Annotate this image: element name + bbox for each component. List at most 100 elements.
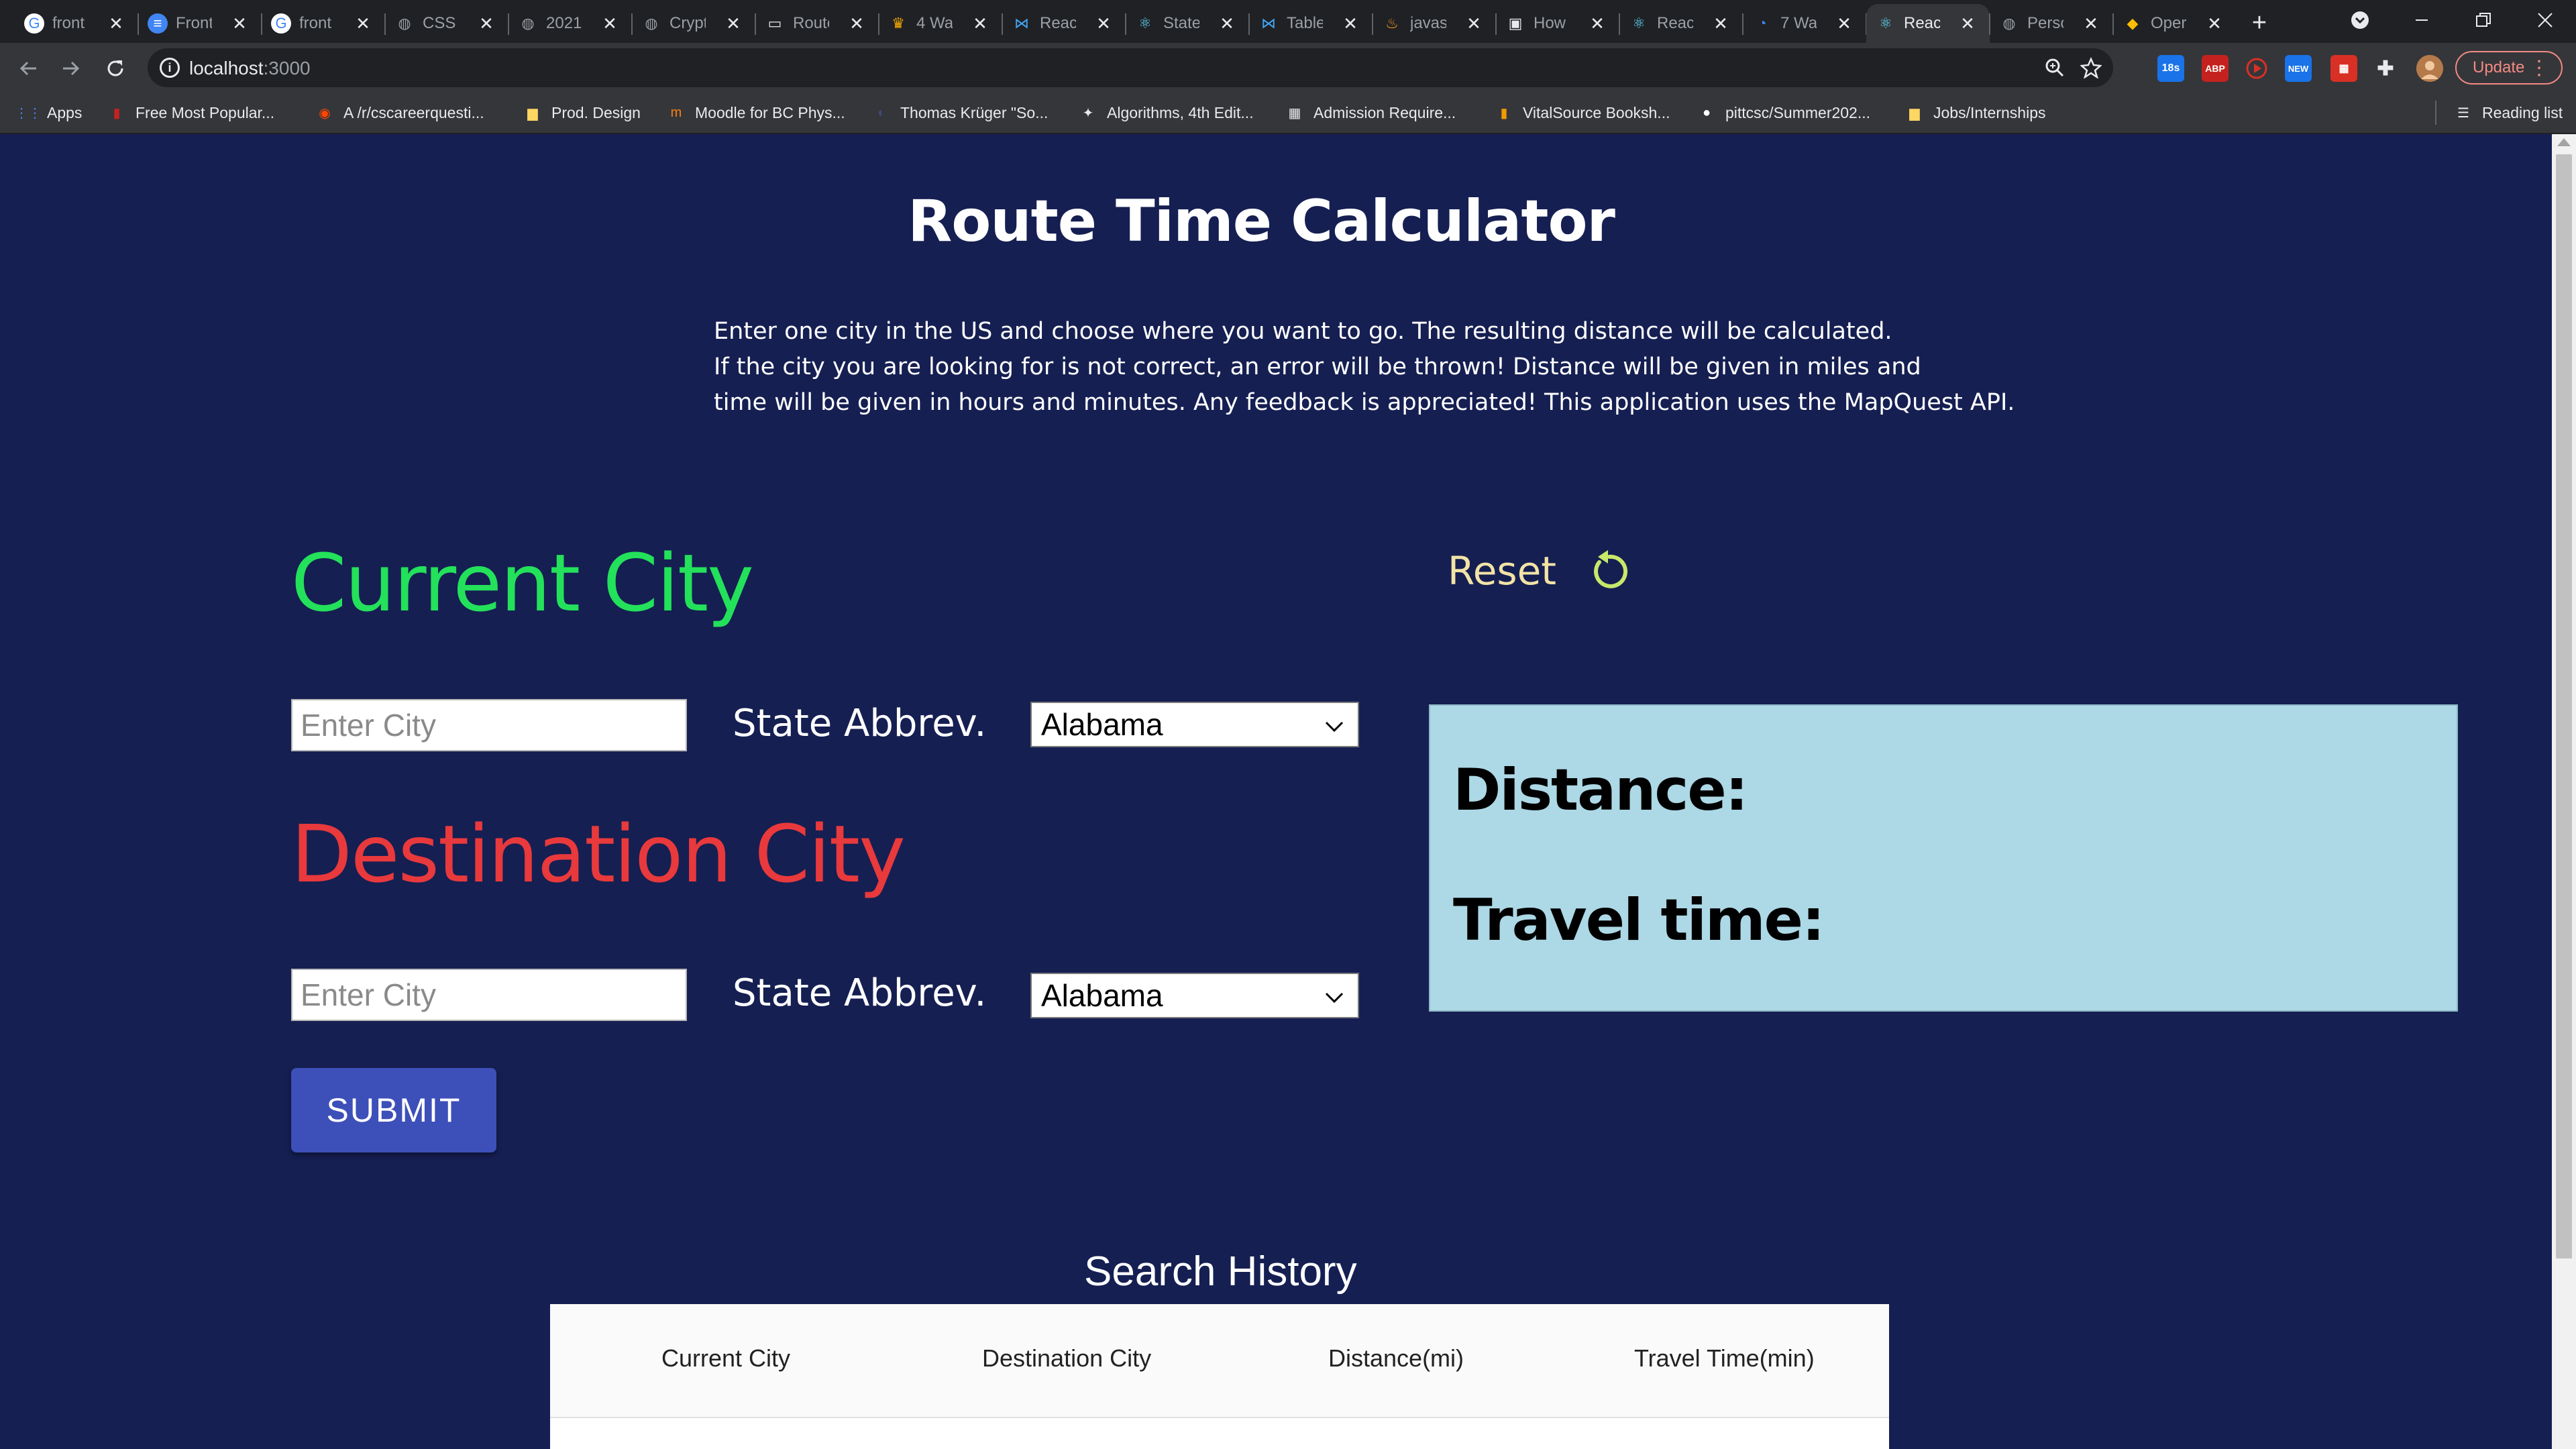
bookmark-item[interactable]: ▆ Jobs/Internships (1905, 101, 2045, 125)
browser-tab[interactable]: ◍ Crypt ✕ (632, 4, 755, 43)
reload-button[interactable] (99, 52, 131, 85)
bookmark-item[interactable]: ▆ Prod. Design (523, 101, 641, 125)
browser-tab[interactable]: ⚛ React ✕ (1866, 4, 1990, 43)
current-state-select[interactable]: Alabama (1030, 702, 1359, 747)
column-header-travel-time[interactable]: Travel Time(min) (1634, 1344, 1815, 1373)
tab-close-icon[interactable]: ✕ (969, 12, 991, 35)
zoom-icon[interactable] (2041, 54, 2069, 82)
profile-avatar[interactable] (2416, 55, 2443, 82)
tab-close-icon[interactable]: ✕ (1586, 12, 1609, 35)
current-city-input[interactable] (291, 699, 687, 751)
browser-tab[interactable]: ◔ 7 Wa ✕ (1743, 4, 1866, 43)
bookmark-item[interactable]: ⋮⋮ Apps (15, 101, 82, 125)
browser-tab[interactable]: Gfront ✕ (262, 4, 385, 43)
page-scrollbar[interactable] (2552, 134, 2576, 1449)
tab-close-icon[interactable]: ✕ (2203, 12, 2226, 35)
tab-close-icon[interactable]: ✕ (228, 12, 251, 35)
extensions-puzzle-icon[interactable]: ✚ (2372, 55, 2399, 82)
back-button[interactable] (12, 52, 44, 85)
site-info-icon[interactable]: i (160, 58, 180, 78)
column-header-current-city[interactable]: Current City (661, 1344, 790, 1373)
new-tab-button[interactable]: + (2245, 8, 2274, 38)
reading-list-button[interactable]: ☰ Reading list (2435, 101, 2563, 125)
tab-close-icon[interactable]: ✕ (845, 12, 868, 35)
url-text[interactable]: localhost:3000 (189, 58, 311, 79)
reset-button[interactable]: Reset (1448, 547, 1633, 594)
browser-tab[interactable]: ▣ How ✕ (1496, 4, 1619, 43)
distance-label: Distance: (1453, 757, 1748, 824)
tab-close-icon[interactable]: ✕ (1956, 12, 1979, 35)
tab-close-icon[interactable]: ✕ (1216, 12, 1238, 35)
bookmark-star-icon[interactable] (2077, 54, 2105, 82)
address-bar[interactable]: i localhost:3000 (148, 48, 2113, 87)
tab-close-icon[interactable]: ✕ (1462, 12, 1485, 35)
browser-tab[interactable]: Gfront ✕ (15, 4, 138, 43)
page-title: Route Time Calculator (908, 188, 1615, 255)
reading-list-icon: ☰ (2457, 105, 2469, 121)
column-header-distance[interactable]: Distance(mi) (1328, 1344, 1464, 1373)
tab-title: CSS S (423, 14, 459, 32)
destination-city-input[interactable] (291, 969, 687, 1021)
update-button[interactable]: Update ⋮ (2455, 51, 2563, 85)
new-extension-icon[interactable]: NEW (2285, 55, 2312, 82)
browser-tab[interactable]: ⋈ Table ✕ (1249, 4, 1373, 43)
tab-close-icon[interactable]: ✕ (1092, 12, 1115, 35)
bookmark-item[interactable]: m Moodle for BC Phys... (667, 101, 845, 125)
restore-button[interactable] (2453, 0, 2514, 40)
media-play-icon[interactable] (2243, 55, 2270, 82)
browser-tab[interactable]: ◍ Perso ✕ (1990, 4, 2113, 43)
extension-badge-icon[interactable]: 18s (2157, 55, 2184, 82)
browser-tab[interactable]: ◆ Oper ✕ (2113, 4, 2237, 43)
minimize-icon (2416, 19, 2428, 21)
bookmark-label: Prod. Design (551, 103, 641, 121)
tab-close-icon[interactable]: ✕ (1709, 12, 1732, 35)
browser-tab[interactable]: ♨ javas ✕ (1373, 4, 1496, 43)
result-panel: Distance: Travel time: (1429, 704, 2458, 1012)
bookmark-item[interactable]: ▦ Admission Require... (1285, 101, 1456, 125)
browser-tab[interactable]: ⋈ React ✕ (1002, 4, 1126, 43)
destination-state-select[interactable]: Alabama (1030, 973, 1359, 1018)
minimize-button[interactable] (2391, 0, 2453, 40)
bookmark-item[interactable]: ◐ Thomas Krüger "So... (872, 101, 1048, 125)
globe-icon: ◍ (2002, 15, 2016, 32)
browser-toolbar: i localhost:3000 18s ABP NEW ▦ ✚ Update … (0, 43, 2576, 93)
tab-close-icon[interactable]: ✕ (598, 12, 621, 35)
arrow-left-icon (19, 61, 36, 76)
bookmarks-separator (2435, 101, 2436, 125)
java-icon: ♨ (1385, 15, 1399, 32)
page-description: Enter one city in the US and choose wher… (714, 314, 2055, 421)
current-state-value: Alabama (1041, 707, 1163, 742)
bookmark-label: Algorithms, 4th Edit... (1107, 103, 1254, 121)
google-g-icon: G (24, 13, 44, 34)
bookmark-item[interactable]: ● pittcsc/Summer202... (1697, 101, 1870, 125)
browser-tab[interactable]: ⚛ React ✕ (1619, 4, 1743, 43)
browser-tab[interactable]: ♛ 4 Wa ✕ (879, 4, 1002, 43)
bookmark-item[interactable]: ▮ VitalSource Booksh... (1495, 101, 1670, 125)
close-icon (2538, 13, 2553, 28)
browser-tab[interactable]: ◍ 2021 ✕ (508, 4, 632, 43)
tab-close-icon[interactable]: ✕ (475, 12, 498, 35)
tab-close-icon[interactable]: ✕ (352, 12, 374, 35)
bookmark-label: pittcsc/Summer202... (1725, 103, 1871, 121)
tab-search-button[interactable] (2329, 0, 2391, 40)
bookmark-item[interactable]: ◉ A /r/cscareerquesti... (315, 101, 484, 125)
scrollbar-thumb[interactable] (2556, 154, 2572, 1258)
tab-close-icon[interactable]: ✕ (105, 12, 127, 35)
tab-close-icon[interactable]: ✕ (1339, 12, 1362, 35)
browser-tab[interactable]: ⚛ State ✕ (1126, 4, 1249, 43)
adblock-plus-icon[interactable]: ABP (2202, 55, 2229, 82)
column-header-destination-city[interactable]: Destination City (982, 1344, 1151, 1373)
close-window-button[interactable] (2514, 0, 2576, 40)
browser-tab[interactable]: ◍ CSS S ✕ (385, 4, 508, 43)
bookmark-item[interactable]: ▮ Free Most Popular... (107, 101, 274, 125)
gift-extension-icon[interactable]: ▦ (2330, 55, 2357, 82)
bookmark-item[interactable]: ✦ Algorithms, 4th Edit... (1079, 101, 1254, 125)
browser-tab[interactable]: ▭ Route ✕ (755, 4, 879, 43)
scroll-up-arrow-icon[interactable] (2557, 138, 2571, 146)
browser-tab[interactable]: ≡ Front ✕ (138, 4, 262, 43)
submit-button[interactable]: SUBMIT (291, 1068, 496, 1152)
tab-close-icon[interactable]: ✕ (1833, 12, 1856, 35)
tab-close-icon[interactable]: ✕ (722, 12, 745, 35)
tab-close-icon[interactable]: ✕ (2080, 12, 2102, 35)
forward-button[interactable] (55, 52, 87, 85)
